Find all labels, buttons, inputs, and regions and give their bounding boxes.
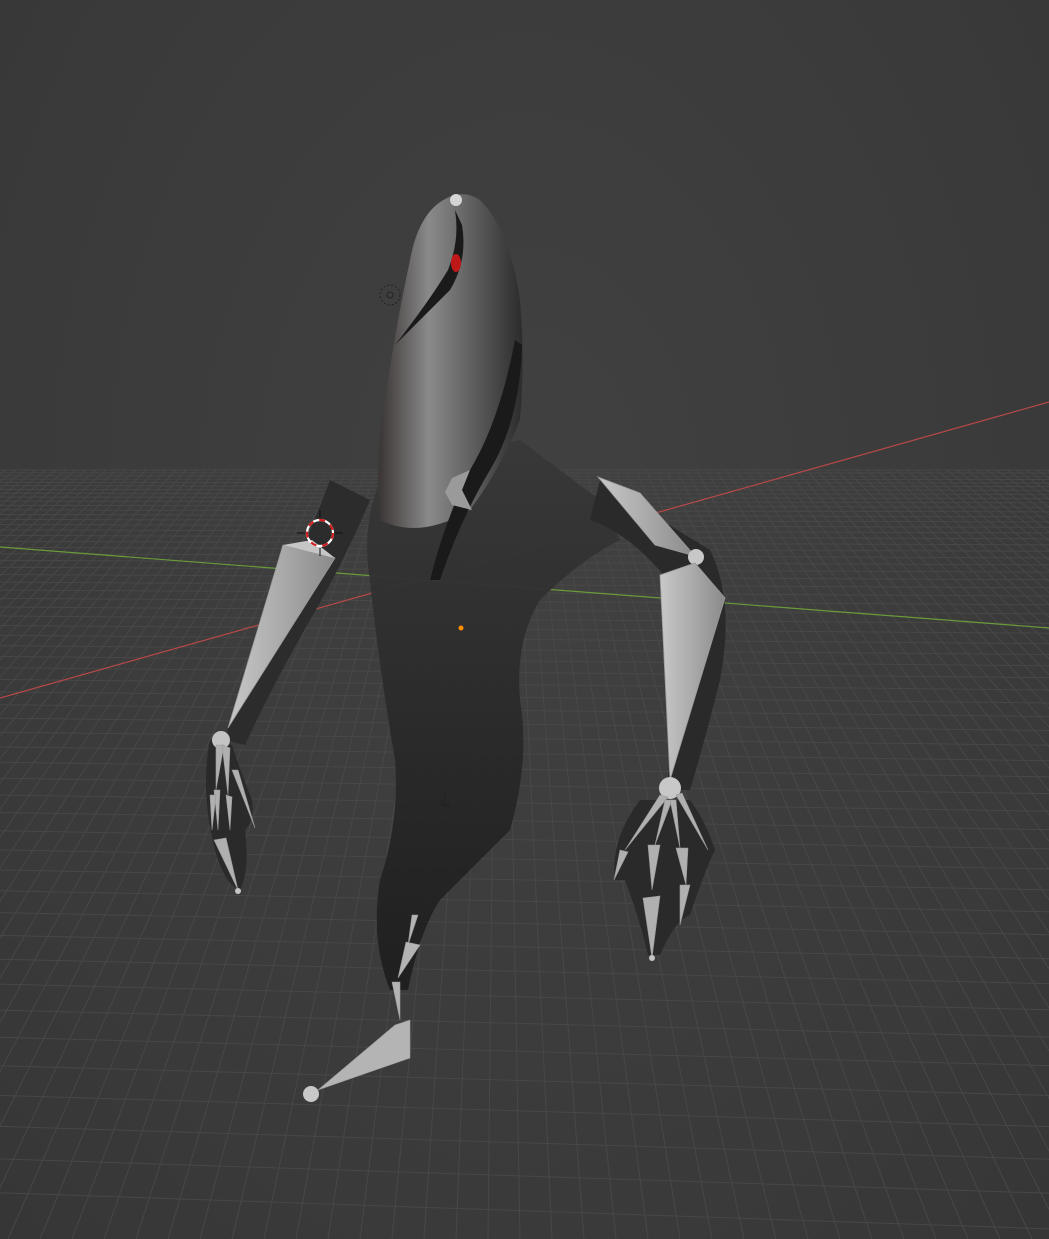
grid-line xyxy=(135,469,387,1239)
grid-line xyxy=(0,469,77,534)
viewport-scene[interactable] xyxy=(0,0,1049,1239)
grid-line xyxy=(736,469,1049,934)
grid-line xyxy=(0,469,227,760)
grid-line xyxy=(0,1192,1049,1230)
red-eye xyxy=(451,254,461,272)
bone-joint-head-tip[interactable] xyxy=(450,194,462,206)
grid-line xyxy=(0,469,127,589)
grid-line xyxy=(0,777,1049,795)
grid-line xyxy=(966,469,1049,533)
grid-line xyxy=(0,934,1049,960)
grid-line xyxy=(0,469,27,490)
grid-line xyxy=(0,717,1049,732)
grid-line xyxy=(0,469,97,554)
grid-line xyxy=(0,704,1049,717)
grid-line xyxy=(0,812,1049,831)
grid-line xyxy=(0,469,117,577)
grid-line xyxy=(0,469,57,515)
grid-line xyxy=(746,469,1049,901)
bone-joint-right-fingertip[interactable] xyxy=(649,955,655,961)
grid-line xyxy=(0,1158,1049,1194)
grid-line xyxy=(796,469,1049,769)
grid-line xyxy=(806,469,1049,748)
3d-viewport[interactable] xyxy=(0,0,1049,1239)
grid-line xyxy=(0,469,157,630)
grid-line xyxy=(0,958,1049,985)
grid-line xyxy=(1016,469,1049,493)
grid-line xyxy=(706,469,1049,1052)
bone-joint-tail-end[interactable] xyxy=(303,1086,319,1102)
grid-line xyxy=(0,1036,1049,1067)
grid-line xyxy=(0,1094,1049,1128)
grid-line xyxy=(0,890,1049,913)
grid-line xyxy=(0,1125,1049,1160)
grid-line xyxy=(0,469,147,615)
grid-line xyxy=(0,469,137,602)
grid-line xyxy=(0,869,1049,891)
grid-line xyxy=(0,691,1049,704)
grid-line xyxy=(0,761,1049,778)
grid-line xyxy=(786,469,1049,792)
grid-line xyxy=(716,469,1049,1009)
grid-line xyxy=(0,830,1049,850)
grid-line xyxy=(956,469,1049,542)
bone-joint-right-shoulder[interactable] xyxy=(688,549,704,565)
object-origin-dot[interactable] xyxy=(458,625,464,631)
grid-line xyxy=(756,469,1049,871)
grid-line xyxy=(0,469,237,784)
grid-line xyxy=(0,469,47,506)
grid-line xyxy=(0,1065,1049,1096)
grid-line xyxy=(0,1009,1049,1038)
grid-line xyxy=(0,912,1049,936)
bone-joint-left-fingertip[interactable] xyxy=(235,888,241,894)
light-gizmo-icon[interactable] xyxy=(379,284,401,306)
grid-line xyxy=(886,469,1049,618)
grid-line xyxy=(0,469,217,737)
